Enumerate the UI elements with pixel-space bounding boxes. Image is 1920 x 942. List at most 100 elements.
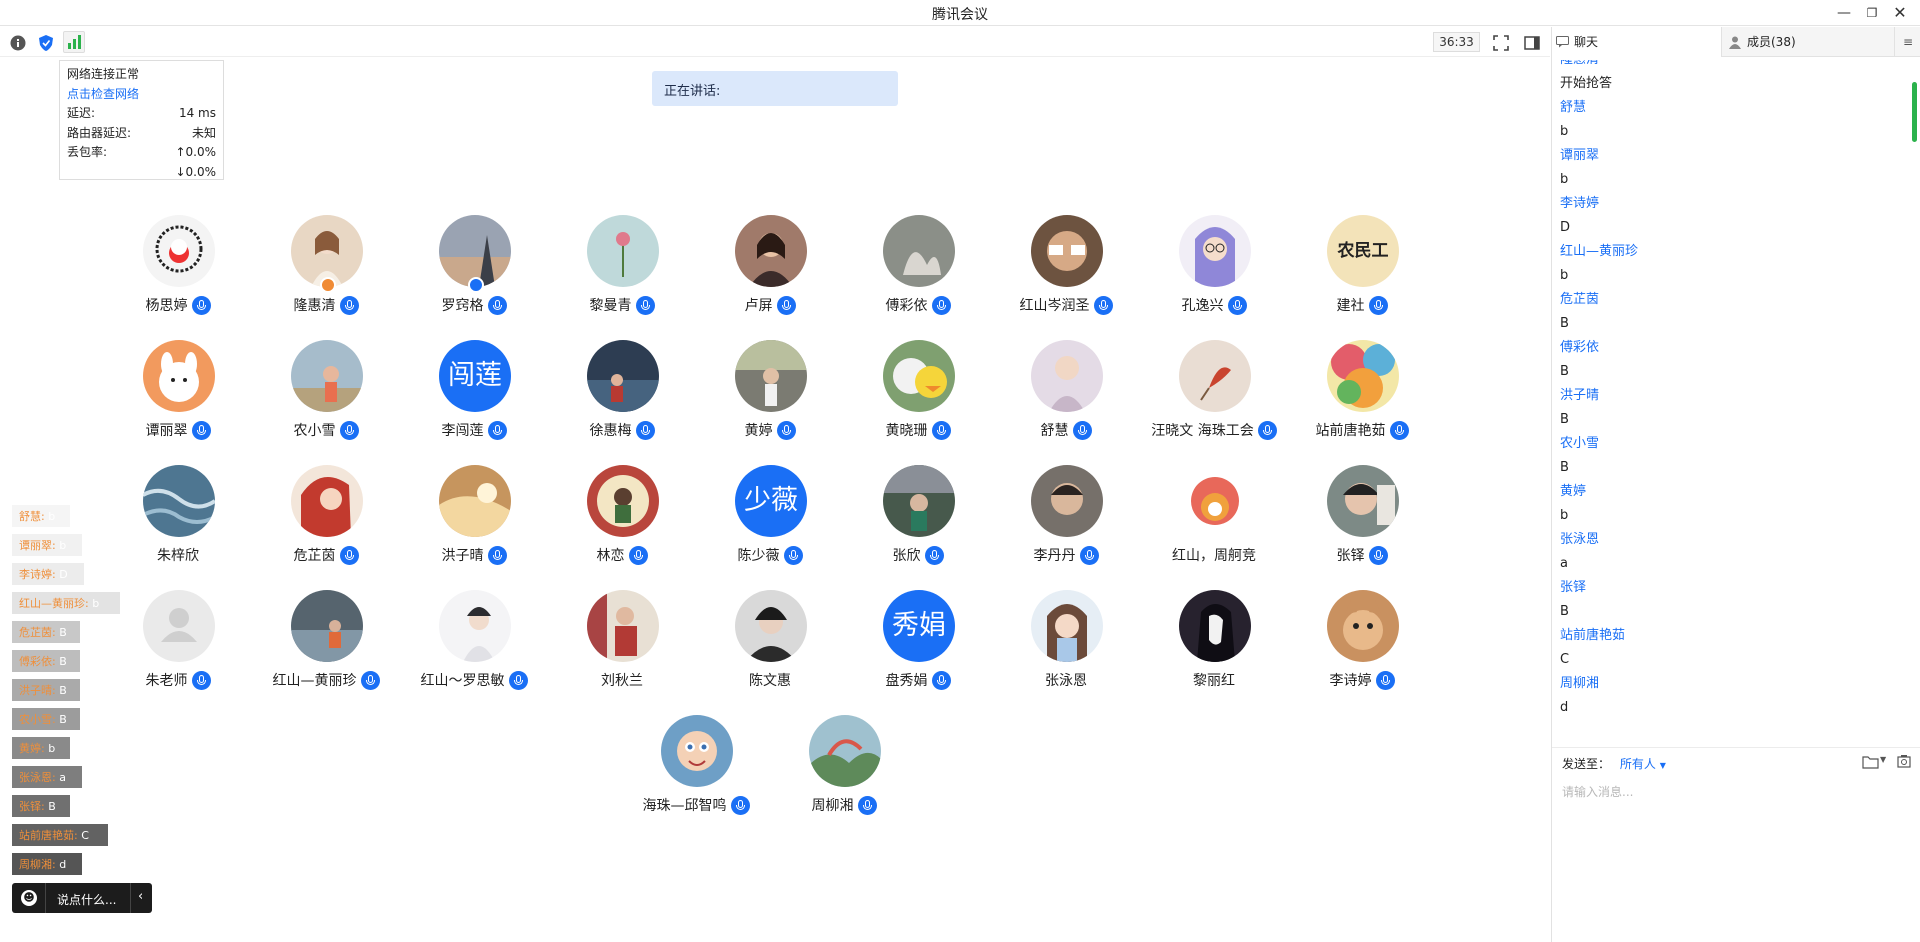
participant-tile[interactable]: 农小雪 [246, 340, 396, 450]
mic-icon[interactable] [191, 670, 211, 690]
mic-icon[interactable] [339, 420, 359, 440]
mic-icon[interactable] [508, 670, 528, 690]
participant-avatar [1179, 465, 1251, 537]
participant-tile[interactable]: 汪晓文 海珠工会 [1134, 340, 1284, 450]
participant-tile[interactable]: 谭丽翠 [98, 340, 248, 450]
participant-avatar: 闯莲 [439, 340, 511, 412]
folder-icon[interactable] [1862, 755, 1880, 769]
participant-name: 张铎 [1336, 548, 1365, 564]
participant-tile[interactable]: 朱老师 [98, 590, 248, 700]
chat-input[interactable]: 请输入消息... [1562, 783, 1633, 800]
mic-icon[interactable] [1368, 295, 1388, 315]
participant-tile[interactable]: 林恋 [542, 465, 692, 575]
participant-tile[interactable]: 陈文惠 [690, 590, 840, 700]
participant-tile[interactable]: 刘秋兰 [542, 590, 692, 700]
participant-tile[interactable]: 站前唐艳茹 [1282, 340, 1432, 450]
participant-tile[interactable]: 朱梓欣 [98, 465, 248, 575]
participant-tile[interactable]: 红山，周舸竞 [1134, 465, 1284, 575]
collapse-icon[interactable]: ‹ [138, 889, 143, 904]
mic-icon[interactable] [1093, 295, 1113, 315]
fullscreen-icon[interactable] [1492, 34, 1510, 52]
participant-tile[interactable]: 周柳湘 [764, 715, 914, 825]
participant-tile[interactable]: 洪子晴 [394, 465, 544, 575]
mic-icon[interactable] [339, 545, 359, 565]
layout-icon[interactable] [1523, 34, 1541, 52]
mic-icon[interactable] [487, 420, 507, 440]
mic-icon[interactable] [1389, 420, 1409, 440]
participant-tile[interactable]: 少薇 陈少薇 [690, 465, 840, 575]
mic-icon[interactable] [628, 545, 648, 565]
info-icon[interactable] [9, 34, 27, 52]
tab-chat[interactable]: 聊天 [1552, 27, 1722, 57]
mic-icon[interactable] [635, 295, 655, 315]
mic-icon[interactable] [1079, 545, 1099, 565]
tab-members[interactable]: 成员(38) [1723, 27, 1893, 57]
participant-tile[interactable]: 隆惠清 [246, 215, 396, 325]
mic-icon[interactable] [776, 295, 796, 315]
participant-tile[interactable]: 闯莲 李闯莲 [394, 340, 544, 450]
send-to-dropdown[interactable]: 所有人 ▼ [1620, 757, 1666, 771]
danmu-input-bar[interactable]: ☻ 说点什么... ‹ [12, 883, 152, 913]
participant-tile[interactable]: 李丹丹 [986, 465, 1136, 575]
mic-icon[interactable] [487, 295, 507, 315]
mic-icon[interactable] [1368, 545, 1388, 565]
participant-tile[interactable]: 黎曼青 [542, 215, 692, 325]
participant-tile[interactable]: 张泳恩 [986, 590, 1136, 700]
participant-tile[interactable]: 孔逸兴 [1134, 215, 1284, 325]
panel-tabs: 聊天 成员(38) ≡ [1552, 27, 1920, 57]
danmu-input-placeholder[interactable]: 说点什么... [57, 891, 116, 908]
chat-text: D [1560, 220, 1571, 235]
mic-icon[interactable] [635, 420, 655, 440]
mic-icon[interactable] [487, 545, 507, 565]
participant-tile[interactable]: 黄婷 [690, 340, 840, 450]
menu-icon[interactable]: ≡ [1894, 27, 1920, 57]
mic-icon[interactable] [931, 670, 951, 690]
mic-icon[interactable] [191, 420, 211, 440]
close-icon[interactable]: ✕ [1888, 2, 1912, 24]
participant-tile[interactable]: 农民工 建社 [1282, 215, 1432, 325]
participant-tile[interactable]: 黎丽红 [1134, 590, 1284, 700]
mic-icon[interactable] [339, 295, 359, 315]
participant-tile[interactable]: 徐惠梅 [542, 340, 692, 450]
participant-tile[interactable]: 海珠—邱智鸣 [616, 715, 766, 825]
participant-tile[interactable]: 秀娟 盘秀娟 [838, 590, 988, 700]
chat-text: b [1560, 172, 1569, 187]
participant-tile[interactable]: 卢屏 [690, 215, 840, 325]
participant-tile[interactable]: 红山—黄丽珍 [246, 590, 396, 700]
mic-icon[interactable] [931, 295, 951, 315]
mic-icon[interactable] [1227, 295, 1247, 315]
mic-icon[interactable] [924, 545, 944, 565]
network-signal-button[interactable] [63, 31, 85, 53]
mic-icon[interactable] [783, 545, 803, 565]
participant-tile[interactable]: 红山岑润圣 [986, 215, 1136, 325]
chat-scrollbar-thumb[interactable] [1912, 82, 1917, 142]
mic-icon[interactable] [1375, 670, 1395, 690]
mic-icon[interactable] [730, 795, 750, 815]
participant-tile[interactable]: 黄晓珊 [838, 340, 988, 450]
participant-tile[interactable]: 红山～罗思敏 [394, 590, 544, 700]
mic-icon[interactable] [776, 420, 796, 440]
check-network-link[interactable]: 点击检查网络 [67, 85, 139, 105]
mic-icon[interactable] [360, 670, 380, 690]
participant-tile[interactable]: 杨思婷 [98, 215, 248, 325]
participant-tile[interactable]: 李诗婷 [1282, 590, 1432, 700]
emoji-icon[interactable]: ☻ [21, 890, 37, 906]
participant-tile[interactable]: 傅彩依 [838, 215, 988, 325]
participant-tile[interactable]: 舒慧 [986, 340, 1136, 450]
restore-icon[interactable]: ❐ [1860, 2, 1884, 24]
participant-tile[interactable]: 危芷茵 [246, 465, 396, 575]
router-latency-label: 路由器延迟: [67, 125, 132, 140]
mic-icon[interactable] [857, 795, 877, 815]
screenshot-icon[interactable] [1896, 753, 1912, 769]
mic-icon[interactable] [191, 295, 211, 315]
participant-avatar [735, 215, 807, 287]
participant-tile[interactable]: 张欣 [838, 465, 988, 575]
shield-icon[interactable] [37, 34, 55, 52]
mic-icon[interactable] [1257, 420, 1277, 440]
minimize-icon[interactable]: — [1832, 2, 1856, 24]
mic-icon[interactable] [1072, 420, 1092, 440]
folder-dropdown-icon[interactable]: ▼ [1880, 755, 1886, 764]
participant-tile[interactable]: 张铎 [1282, 465, 1432, 575]
participant-tile[interactable]: 罗窍格 [394, 215, 544, 325]
mic-icon[interactable] [931, 420, 951, 440]
